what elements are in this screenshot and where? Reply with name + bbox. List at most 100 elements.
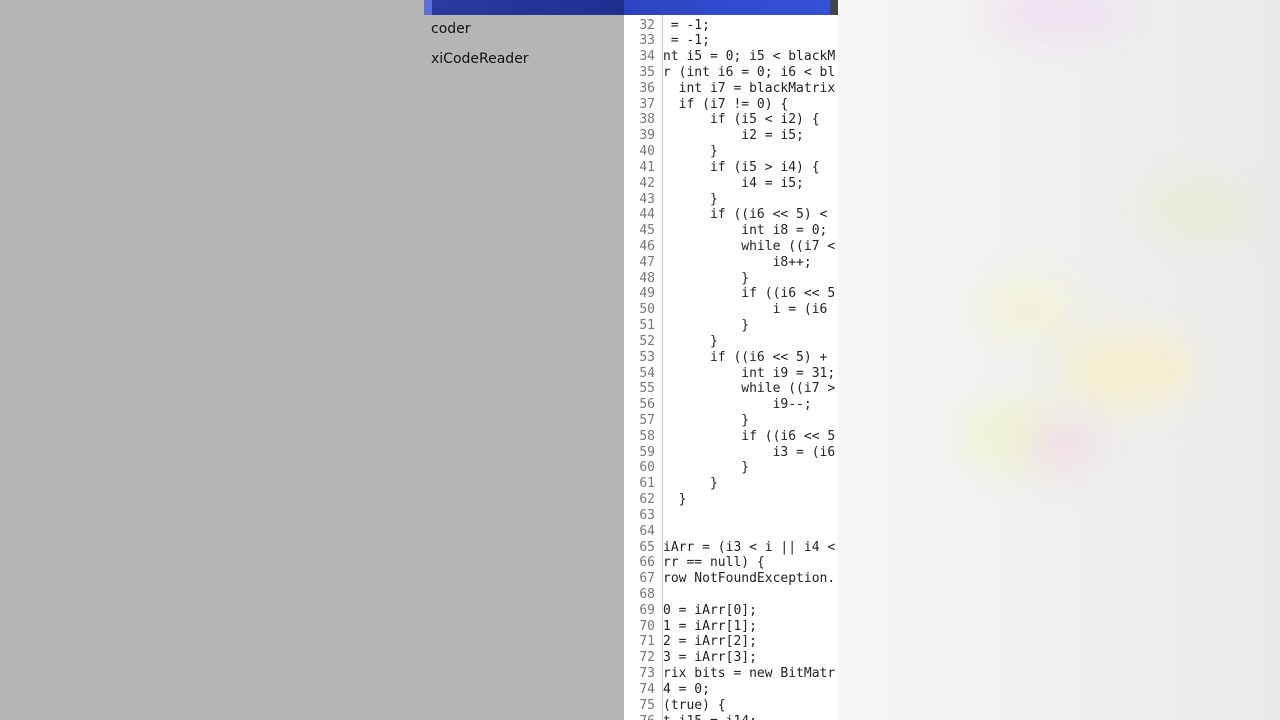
code-line: 43 } (624, 192, 838, 208)
code-line: 53 if ((i6 << 5) + (624, 350, 838, 366)
line-number: 46 (639, 238, 655, 254)
code-text: 0 = iArr[0]; (663, 602, 757, 618)
code-line: 58 if ((i6 << 5 (624, 429, 838, 445)
code-line: 40 } (624, 144, 838, 160)
code-line: 55 while ((i7 > (624, 381, 838, 397)
line-number: 47 (639, 254, 655, 270)
code-line: 34 nt i5 = 0; i5 < blackM (624, 49, 838, 65)
code-text: = -1; (663, 33, 710, 49)
line-number: 56 (639, 397, 655, 413)
line-number: 73 (639, 666, 655, 682)
code-line: 35 r (int i6 = 0; i6 < bl (624, 65, 838, 81)
code-line: 54 int i9 = 31; (624, 366, 838, 382)
code-line: 66 rr == null) { (624, 555, 838, 571)
code-line: 62 } (624, 492, 838, 508)
code-line: 70 1 = iArr[1]; (624, 619, 838, 635)
code-text: 1 = iArr[1]; (663, 618, 757, 634)
code-line: 45 int i8 = 0; (624, 223, 838, 239)
class-tree-item-decoder[interactable]: coder (431, 21, 471, 37)
code-text: } (663, 333, 718, 349)
line-number: 49 (639, 286, 655, 302)
line-number: 32 (639, 17, 655, 33)
line-number: 44 (639, 207, 655, 223)
line-number: 71 (639, 634, 655, 650)
code-line: 63 (624, 508, 838, 524)
code-text: 2 = iArr[2]; (663, 634, 757, 650)
code-line: 76 t i15 = i14; (624, 714, 838, 720)
line-number: 35 (639, 64, 655, 80)
line-number: 75 (639, 697, 655, 713)
code-line: 68 (624, 587, 838, 603)
code-text: int i9 = 31; (663, 365, 836, 381)
line-number: 40 (639, 144, 655, 160)
line-number: 53 (639, 349, 655, 365)
line-number: 41 (639, 159, 655, 175)
code-line: 60 } (624, 460, 838, 476)
code-text: } (663, 460, 750, 476)
code-line: 67 row NotFoundException. (624, 571, 838, 587)
class-tree-panel: coder xiCodeReader (0, 0, 624, 720)
code-text: 4 = 0; (663, 681, 710, 697)
code-line: 50 i = (i6 (624, 302, 838, 318)
line-number: 42 (639, 175, 655, 191)
line-number: 69 (639, 602, 655, 618)
line-number: 68 (639, 587, 655, 603)
line-number: 57 (639, 413, 655, 428)
code-text: } (663, 144, 718, 160)
code-line: 49 if ((i6 << 5 (624, 286, 838, 302)
code-text: int i8 = 0; (663, 223, 828, 239)
code-line: 72 3 = iArr[3]; (624, 650, 838, 666)
code-line: 32 = -1; (624, 18, 838, 34)
line-number: 70 (639, 618, 655, 634)
code-text: while ((i7 > (663, 381, 836, 397)
line-number: 72 (639, 650, 655, 666)
code-text: i8++; (663, 254, 812, 270)
code-text: (true) { (663, 697, 726, 713)
line-number: 48 (639, 270, 655, 286)
line-number: 51 (639, 318, 655, 334)
code-text: i3 = (i6 (663, 444, 836, 460)
code-text: 3 = iArr[3]; (663, 650, 757, 666)
code-line: 57 } (624, 413, 838, 429)
code-line: 59 i3 = (i6 (624, 445, 838, 461)
scrollbar[interactable] (830, 0, 838, 15)
line-number: 63 (639, 507, 655, 523)
class-tree-item-maxicodereader[interactable]: xiCodeReader (431, 51, 529, 67)
line-number: 62 (639, 492, 655, 508)
code-line: 47 i8++; (624, 255, 838, 271)
code-text: iArr = (i3 < i || i4 < (663, 539, 836, 555)
line-number: 34 (639, 49, 655, 65)
line-number: 33 (639, 33, 655, 49)
code-text: if (i5 > i4) { (663, 159, 820, 175)
code-text: nt i5 = 0; i5 < blackM (663, 49, 836, 65)
line-number: 61 (639, 476, 655, 492)
code-line: 38 if (i5 < i2) { (624, 112, 838, 128)
code-line: 46 while ((i7 < (624, 239, 838, 255)
line-number: 37 (639, 96, 655, 112)
code-text: } (663, 318, 750, 334)
code-line: 74 4 = 0; (624, 682, 838, 698)
code-text: t i15 = i14; (663, 714, 837, 720)
line-number: 43 (639, 191, 655, 207)
code-text: if (i5 < i2) { (663, 112, 820, 128)
line-number: 67 (639, 571, 655, 587)
code-line: 41 if (i5 > i4) { (624, 160, 838, 176)
line-number: 38 (639, 112, 655, 128)
code-line: 56 i9--; (624, 397, 838, 413)
code-text: r (int i6 = 0; i6 < bl (663, 64, 836, 80)
blurred-background (838, 0, 1280, 720)
code-text: i = (i6 (663, 302, 828, 318)
line-number: 59 (639, 444, 655, 460)
code-editor[interactable]: 32 = -1; 33 = -1; 34 nt i5 = 0; i5 < blackM… (624, 0, 838, 720)
line-number: 60 (639, 460, 655, 476)
code-text: if (i7 != 0) { (663, 96, 789, 112)
code-line: 48 } (624, 271, 838, 287)
code-text: } (663, 270, 750, 286)
line-number: 76 (624, 714, 655, 720)
line-number: 36 (639, 80, 655, 96)
code-text: if ((i6 << 5) + (663, 349, 828, 365)
code-text: } (663, 476, 718, 492)
code-line: 65 iArr = (i3 < i || i4 < (624, 540, 838, 556)
line-number: 55 (639, 381, 655, 397)
code-text: } (663, 191, 718, 207)
